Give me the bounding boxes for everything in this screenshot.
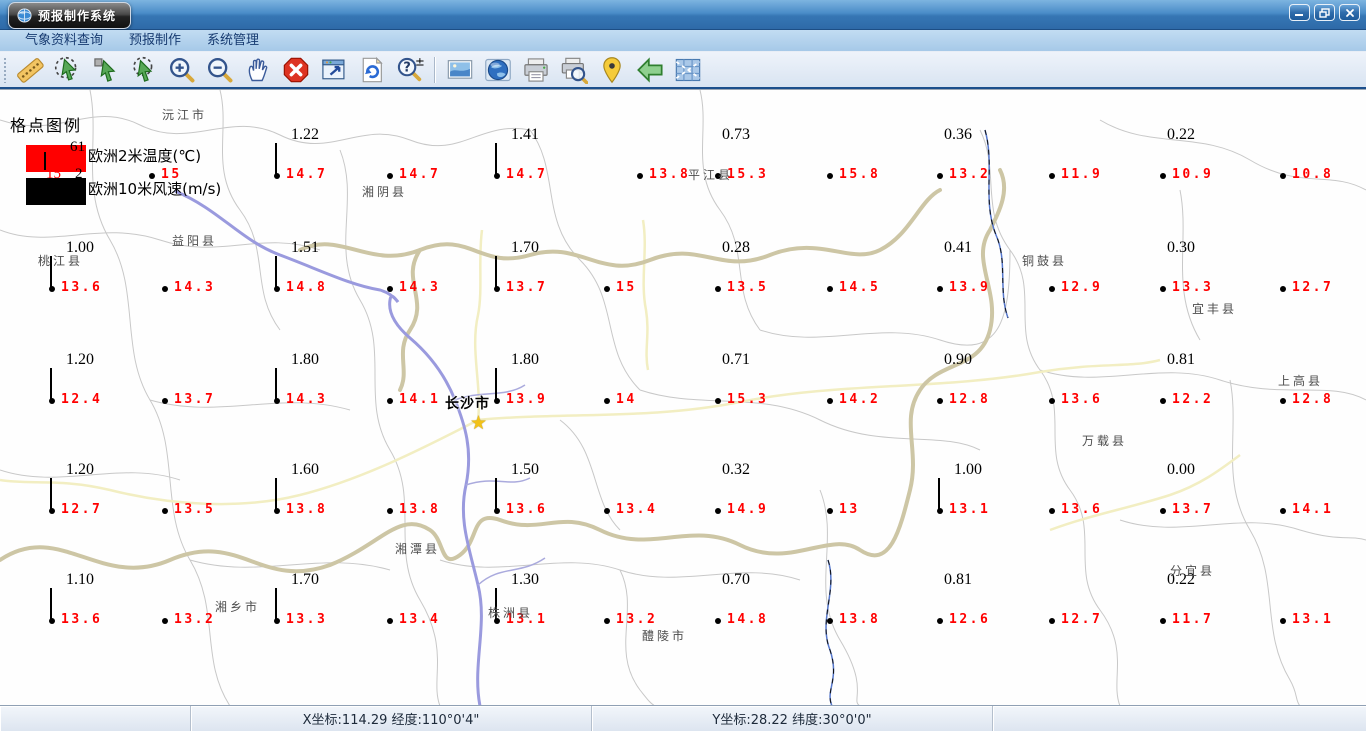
toolbar-grip[interactable] [3, 57, 7, 83]
city-star-marker: ★ [470, 412, 488, 434]
refresh-page-button[interactable] [354, 54, 390, 86]
svg-text:±: ± [415, 56, 424, 68]
minimize-icon [1295, 14, 1303, 16]
grid-settings-button[interactable] [670, 54, 706, 86]
menu-forecast-production[interactable]: 预报制作 [116, 30, 194, 52]
status-y-coordinate: Y坐标:28.22 纬度:30°0'0" [592, 706, 993, 731]
select-arrow-button[interactable] [88, 54, 124, 86]
place-label: 益阳县 [172, 234, 218, 248]
place-label: 分宜县 [1170, 564, 1216, 578]
zoom-in-button[interactable] [164, 54, 200, 86]
menu-weather-data-query[interactable]: 气象资料查询 [12, 30, 116, 52]
pan-button[interactable] [240, 54, 276, 86]
place-label: 湘乡市 [215, 600, 261, 614]
print-icon [524, 57, 548, 82]
occluded-value-fragment: 15 [46, 166, 61, 182]
place-label: 平江县 [688, 168, 734, 182]
zoom-in-icon [169, 57, 195, 82]
pan-hand-icon [248, 57, 268, 81]
minimize-button[interactable] [1289, 4, 1310, 21]
ruler-icon [17, 57, 44, 83]
status-bar: X坐标:114.29 经度:110°0'4" Y坐标:28.22 纬度:30°0… [0, 705, 1366, 731]
identify-button[interactable]: ? ± [392, 54, 428, 86]
print-preview-icon [561, 57, 588, 84]
window-title-tab[interactable]: 预报制作系统 [8, 2, 132, 29]
place-label: 桃江县 [38, 254, 84, 268]
occluded-value-fragment: 61 [70, 139, 85, 155]
legend-title: 格点图例 [10, 116, 83, 135]
svg-text:?: ? [403, 60, 410, 75]
window-title: 预报制作系统 [38, 9, 117, 23]
select-lasso-icon [133, 56, 153, 82]
select-features-button[interactable] [50, 54, 86, 86]
window-extent-icon [322, 59, 345, 79]
legend-label-wind: 欧洲10米风速(m/s) [88, 180, 222, 198]
select-lasso-button[interactable] [126, 54, 162, 86]
place-label: 株洲县 [488, 606, 534, 620]
toolbar: ? ± [0, 52, 1366, 89]
place-label: 湘潭县 [395, 542, 441, 556]
restore-icon [1319, 7, 1330, 18]
window-extent-button[interactable] [316, 54, 352, 86]
place-label: 醴陵市 [642, 629, 688, 643]
legend-label-temperature: 欧洲2米温度(℃) [88, 147, 202, 165]
status-panel-spacer [993, 706, 1366, 731]
status-panel-empty [0, 706, 191, 731]
status-x-coordinate: X坐标:114.29 经度:110°0'4" [191, 706, 592, 731]
location-pin-icon [603, 56, 621, 83]
image-icon [447, 59, 473, 79]
place-label: 铜鼓县 [1022, 254, 1068, 268]
measure-button[interactable] [12, 54, 48, 86]
world-view-button[interactable] [480, 54, 516, 86]
back-arrow-icon [637, 56, 663, 83]
occluded-value-fragment: 2 [75, 166, 83, 182]
select-arrow-icon [94, 57, 116, 82]
menu-bar: 气象资料查询 预报制作 系统管理 [0, 30, 1366, 52]
stop-icon [283, 57, 309, 82]
zoom-out-icon [207, 57, 233, 82]
place-label: 万载县 [1082, 434, 1128, 448]
globe-icon [17, 8, 32, 23]
close-icon [1345, 8, 1354, 17]
place-label: 长沙市 [445, 396, 490, 412]
location-pin-button[interactable] [594, 54, 630, 86]
place-label: 湘阴县 [362, 185, 408, 199]
title-bar: 预报制作系统 [0, 0, 1366, 30]
world-icon [485, 58, 511, 81]
toolbar-separator [434, 56, 436, 83]
print-preview-button[interactable] [556, 54, 592, 86]
grid-legend: 格点图例 欧洲2米温度(℃) 欧洲10米风速(m/s) [10, 110, 221, 211]
identify-icon: ? ± [397, 56, 424, 81]
place-label: 宜丰县 [1192, 302, 1238, 316]
zoom-out-button[interactable] [202, 54, 238, 86]
print-button[interactable] [518, 54, 554, 86]
restore-button[interactable] [1314, 4, 1335, 21]
menu-system-management[interactable]: 系统管理 [194, 30, 272, 52]
stop-button[interactable] [278, 54, 314, 86]
place-label: 上高县 [1278, 374, 1324, 388]
export-image-button[interactable] [442, 54, 478, 86]
refresh-page-icon [362, 56, 383, 82]
window-controls [1289, 4, 1360, 21]
back-button[interactable] [632, 54, 668, 86]
close-button[interactable] [1339, 4, 1360, 21]
grid-map-icon [675, 58, 701, 81]
map-viewport[interactable]: 15 14.7 1.22 14.7 14.7 1.41 13.8 15.3 0.73 15.8 13… [0, 89, 1366, 705]
select-features-icon [54, 56, 77, 81]
